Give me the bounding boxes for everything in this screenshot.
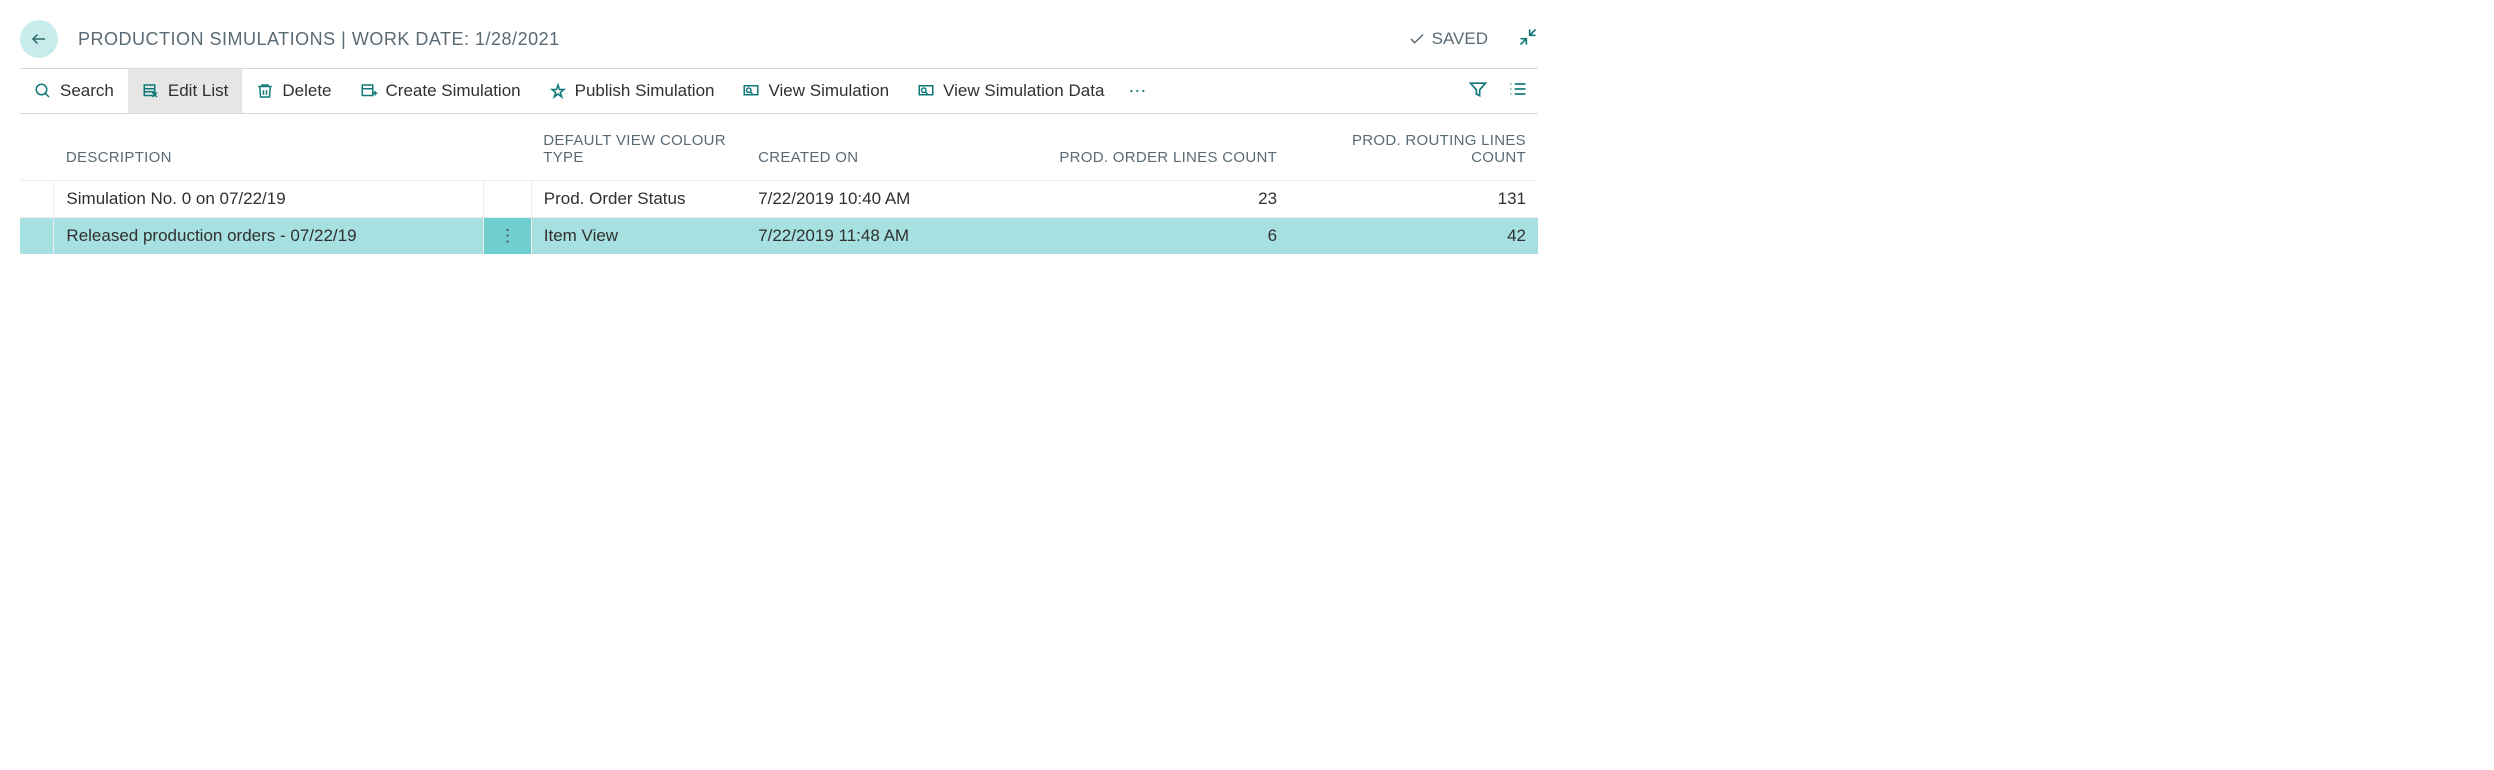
back-button[interactable] — [20, 20, 58, 58]
saved-label: SAVED — [1432, 29, 1488, 49]
cell-colour-type: Prod. Order Status — [531, 181, 746, 218]
search-icon — [34, 82, 52, 100]
edit-list-button[interactable]: Edit List — [128, 69, 242, 113]
create-sim-label: Create Simulation — [386, 81, 521, 101]
row-handle[interactable] — [20, 181, 54, 218]
simulations-table: DESCRIPTION DEFAULT VIEW COLOUR TYPE CRE… — [20, 122, 1538, 254]
more-actions-button[interactable]: ⋯ — [1118, 81, 1158, 102]
saved-status: SAVED — [1408, 29, 1488, 49]
create-sim-icon — [360, 82, 378, 100]
list-icon — [1508, 79, 1528, 99]
col-colour-type[interactable]: DEFAULT VIEW COLOUR TYPE — [531, 122, 746, 181]
edit-list-icon — [142, 82, 160, 100]
cell-order-lines: 6 — [1040, 218, 1289, 255]
row-menu-button[interactable]: ⋮ — [484, 181, 532, 218]
col-created-on[interactable]: CREATED ON — [746, 122, 1040, 181]
toolbar: Search Edit List Delete Create Simulatio… — [20, 68, 1538, 114]
cell-routing-lines: 131 — [1289, 181, 1538, 218]
view-sim-data-icon — [917, 82, 935, 100]
search-button[interactable]: Search — [20, 69, 128, 113]
cell-created-on: 7/22/2019 11:48 AM — [746, 218, 1040, 255]
arrow-left-icon — [30, 30, 48, 48]
publish-simulation-button[interactable]: Publish Simulation — [535, 69, 729, 113]
search-label: Search — [60, 81, 114, 101]
col-description[interactable]: DESCRIPTION — [54, 122, 484, 181]
trash-icon — [256, 82, 274, 100]
check-icon — [1408, 30, 1426, 48]
row-handle[interactable] — [20, 218, 54, 255]
cell-created-on: 7/22/2019 10:40 AM — [746, 181, 1040, 218]
edit-list-label: Edit List — [168, 81, 228, 101]
col-order-lines[interactable]: PROD. ORDER LINES COUNT — [1040, 122, 1289, 181]
delete-label: Delete — [282, 81, 331, 101]
collapse-button[interactable] — [1518, 27, 1538, 52]
filter-icon — [1468, 79, 1488, 99]
view-sim-data-label: View Simulation Data — [943, 81, 1104, 101]
create-simulation-button[interactable]: Create Simulation — [346, 69, 535, 113]
filter-button[interactable] — [1458, 79, 1498, 104]
collapse-icon — [1518, 27, 1538, 47]
view-simulation-button[interactable]: View Simulation — [728, 69, 903, 113]
cell-order-lines: 23 — [1040, 181, 1289, 218]
row-menu-button[interactable]: ⋮ — [484, 218, 532, 255]
table-row[interactable]: Released production orders - 07/22/19 ⋮ … — [20, 218, 1538, 255]
cell-description: Simulation No. 0 on 07/22/19 — [54, 181, 484, 218]
cell-routing-lines: 42 — [1289, 218, 1538, 255]
page-title: PRODUCTION SIMULATIONS | WORK DATE: 1/28… — [78, 29, 1408, 50]
cell-description: Released production orders - 07/22/19 — [54, 218, 484, 255]
view-sim-icon — [742, 82, 760, 100]
publish-sim-icon — [549, 82, 567, 100]
table-row[interactable]: Simulation No. 0 on 07/22/19 ⋮ Prod. Ord… — [20, 181, 1538, 218]
publish-sim-label: Publish Simulation — [575, 81, 715, 101]
cell-colour-type: Item View — [531, 218, 746, 255]
delete-button[interactable]: Delete — [242, 69, 345, 113]
list-view-button[interactable] — [1498, 79, 1538, 104]
view-simulation-data-button[interactable]: View Simulation Data — [903, 69, 1118, 113]
view-sim-label: View Simulation — [768, 81, 889, 101]
col-routing-lines[interactable]: PROD. ROUTING LINES COUNT — [1289, 122, 1538, 181]
